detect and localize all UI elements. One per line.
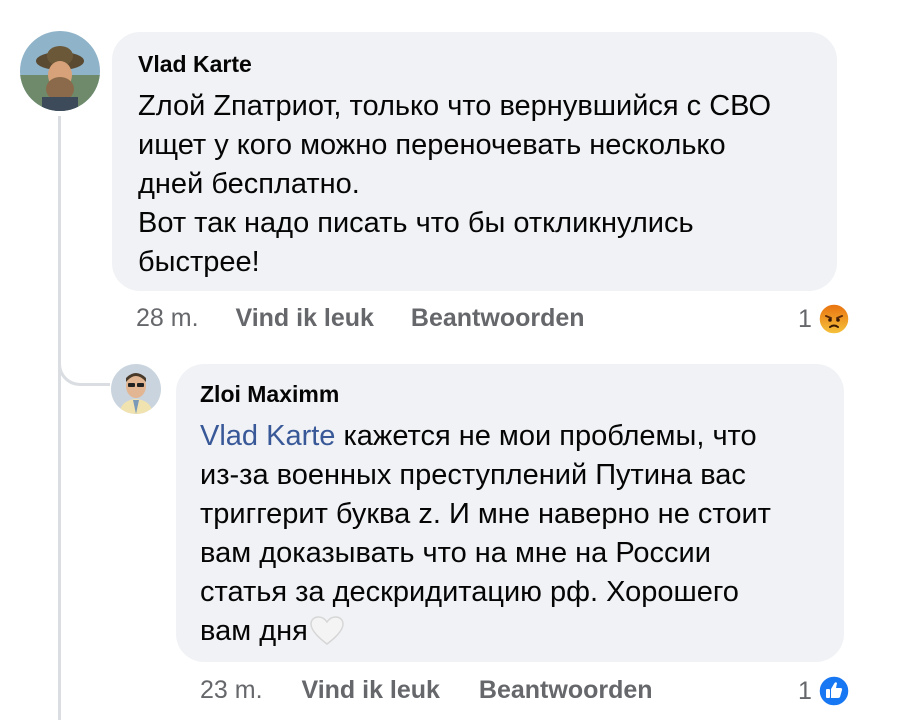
comment-text-line: из-за военных преступлений Путина вас xyxy=(200,459,746,491)
angry-reaction-icon xyxy=(818,303,850,335)
comment-text-line: дней бесплатно. xyxy=(138,168,360,200)
comment-text-line: Zлой Zпатриот, только что вернувшийся с … xyxy=(138,90,772,122)
comment-text-line: Vlad Karte кажется не мои проблемы, что xyxy=(200,417,820,456)
reaction-summary[interactable]: 1 xyxy=(798,303,850,335)
reply-button[interactable]: Beantwoorden xyxy=(411,304,585,332)
white-heart-icon xyxy=(310,616,344,645)
comment-actions: 28 m. Vind ik leuk Beantwoorden xyxy=(136,303,585,333)
comment-text-line: триггерит буква z. И мне наверно не стои… xyxy=(200,498,771,530)
reply-connector xyxy=(58,340,110,386)
comment-timestamp[interactable]: 28 m. xyxy=(136,304,199,332)
comment-text-fragment: кажется не мои проблемы, что xyxy=(335,420,757,452)
like-button[interactable]: Vind ik leuk xyxy=(301,676,439,704)
comment-author[interactable]: Vlad Karte xyxy=(138,50,811,78)
comment-text: Vlad Karte кажется не мои проблемы, что … xyxy=(200,417,820,651)
comment-text-line: ищет у кого можно переночевать несколько xyxy=(138,129,726,161)
like-reaction-icon xyxy=(818,675,850,707)
thread-line xyxy=(58,116,61,720)
comment-actions: 23 m. Vind ik leuk Beantwoorden xyxy=(200,675,653,705)
comment-text-line: Вот так надо писать что бы откликнулись xyxy=(138,207,694,239)
avatar[interactable] xyxy=(111,364,161,414)
mention-link[interactable]: Vlad Karte xyxy=(200,420,335,452)
comment-text-line: статья за дескридитацию рф. Хорошего xyxy=(200,576,739,608)
comment-bubble: Zloi Maximm Vlad Karte кажется не мои пр… xyxy=(176,364,844,662)
reaction-count: 1 xyxy=(798,677,812,705)
reaction-count: 1 xyxy=(798,305,812,333)
reply-button[interactable]: Beantwoorden xyxy=(479,676,653,704)
avatar-photo xyxy=(20,31,100,111)
avatar-photo xyxy=(111,364,161,414)
comment-text-line: вам дня xyxy=(200,612,820,651)
comment-text-line: быстрее! xyxy=(138,246,260,278)
comment-author[interactable]: Zloi Maximm xyxy=(200,380,820,408)
comment-text-line: вам доказывать что на мне на России xyxy=(200,537,711,569)
comment-timestamp[interactable]: 23 m. xyxy=(200,676,263,704)
comment-text-fragment: вам дня xyxy=(200,615,308,647)
comment-bubble: Vlad Karte Zлой Zпатриот, только что вер… xyxy=(112,32,837,291)
like-button[interactable]: Vind ik leuk xyxy=(235,304,373,332)
comment-text: Zлой Zпатриот, только что вернувшийся с … xyxy=(138,87,811,282)
reaction-summary[interactable]: 1 xyxy=(798,675,850,707)
avatar[interactable] xyxy=(20,31,100,111)
